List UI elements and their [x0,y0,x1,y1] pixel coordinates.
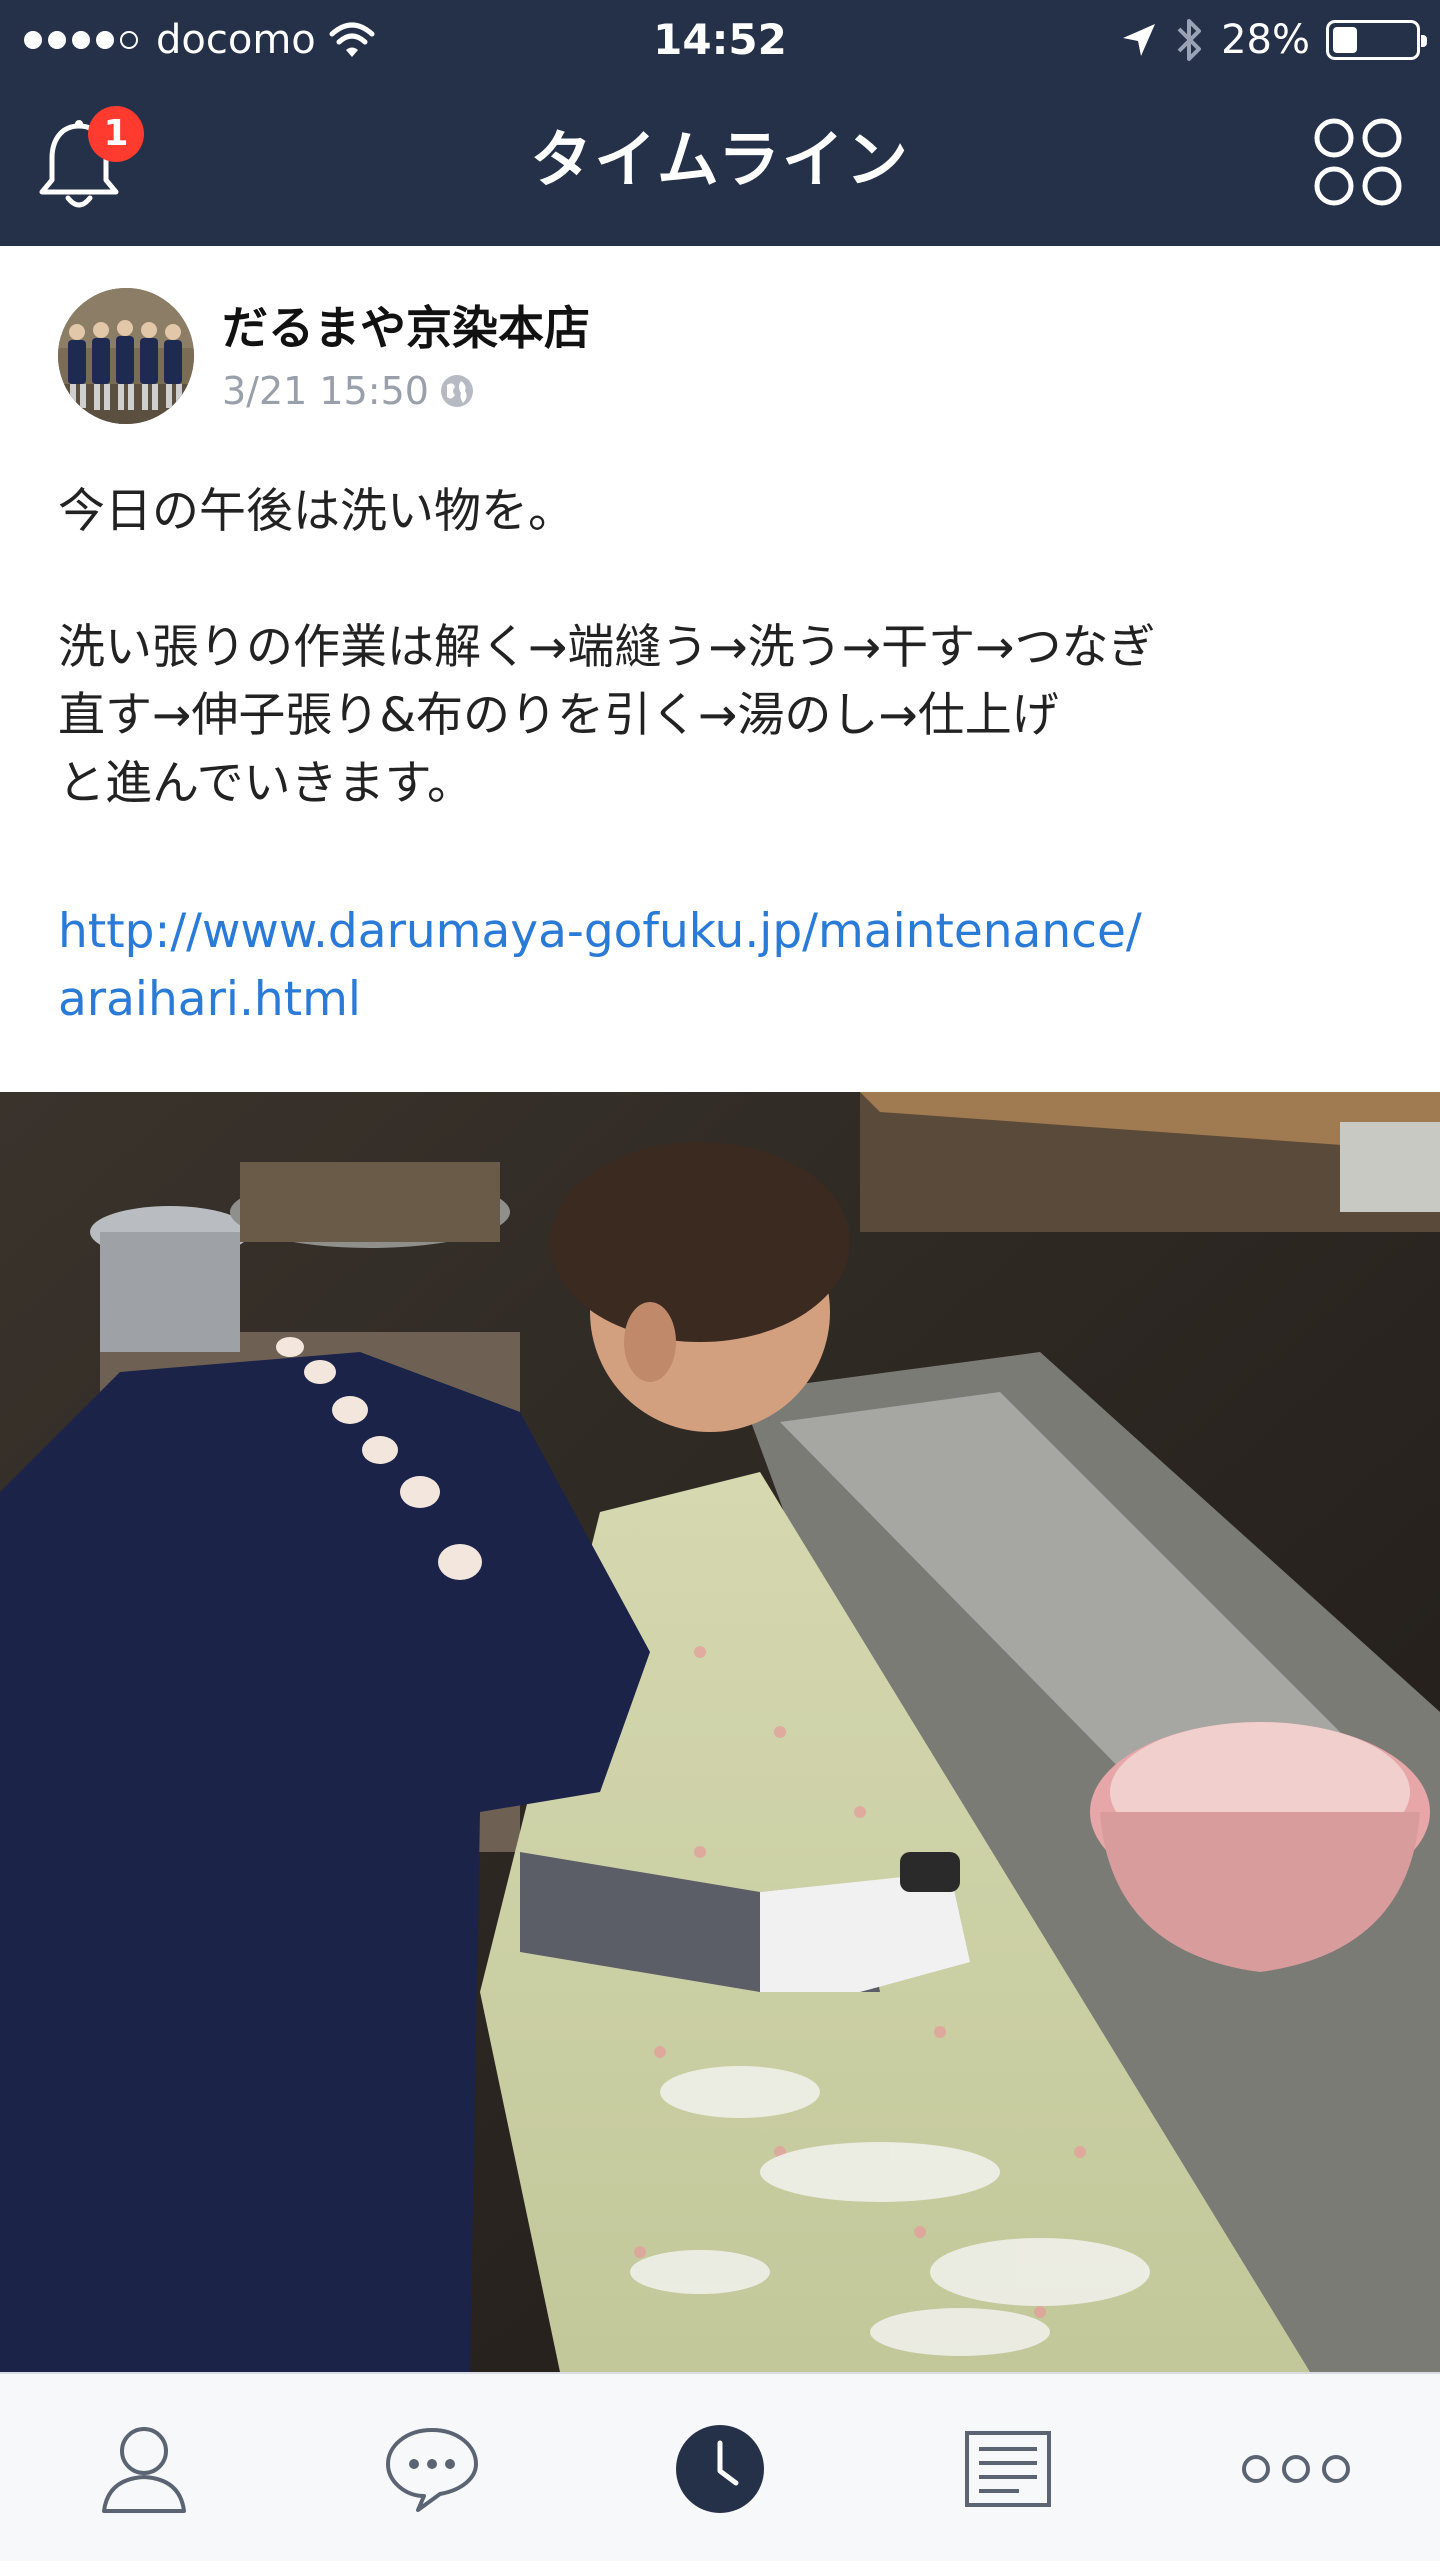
news-icon [965,2430,1051,2507]
avatar[interactable] [58,288,194,424]
friends-icon [102,2426,186,2513]
post-timestamp: 3/21 15:50 [222,369,429,413]
more-icon [1242,2454,1350,2483]
post-text-line: 今日の午後は洗い物を。 [58,484,575,539]
tab-news[interactable] [864,2374,1152,2561]
nav-bar: 1 タイムライン [0,80,1440,246]
status-bar: docomo 14:52 28% [0,0,1440,80]
services-button[interactable] [1310,114,1406,210]
tab-chats[interactable] [288,2374,576,2561]
location-arrow-icon [1123,24,1156,56]
post-link-line[interactable]: araihari.html [58,966,1398,1034]
timeline-icon [676,2424,764,2513]
tab-friends[interactable] [0,2374,288,2561]
post-text-line: 洗い張りの作業は解く→端縫う→洗う→干す→つなぎ [58,620,1156,675]
globe-icon [440,375,473,407]
page-title: タイムライン [530,123,910,196]
tab-more[interactable] [1152,2374,1440,2561]
battery-percent: 28% [1221,17,1310,63]
post-author[interactable]: だるまや京染本店 [222,298,590,358]
post-link-line[interactable]: http://www.darumaya-gofuku.jp/maintenanc… [58,898,1398,966]
tab-timeline[interactable] [576,2374,864,2561]
post-text-line: と進んでいきます。 [58,756,474,811]
tab-bar [0,2372,1440,2561]
battery-icon [1326,20,1427,60]
post-photo[interactable] [0,1092,1440,2372]
post-body: 今日の午後は洗い物を。 洗い張りの作業は解く→端縫う→洗う→干す→つなぎ 直す→… [58,478,1398,818]
post-link[interactable]: http://www.darumaya-gofuku.jp/maintenanc… [58,898,1398,1034]
chat-icon [386,2427,478,2512]
bluetooth-icon [1177,19,1202,61]
post-text-line: 直す→伸子張り&布のりを引く→湯のし→仕上げ [58,688,1059,743]
grid-icon [1314,118,1402,206]
